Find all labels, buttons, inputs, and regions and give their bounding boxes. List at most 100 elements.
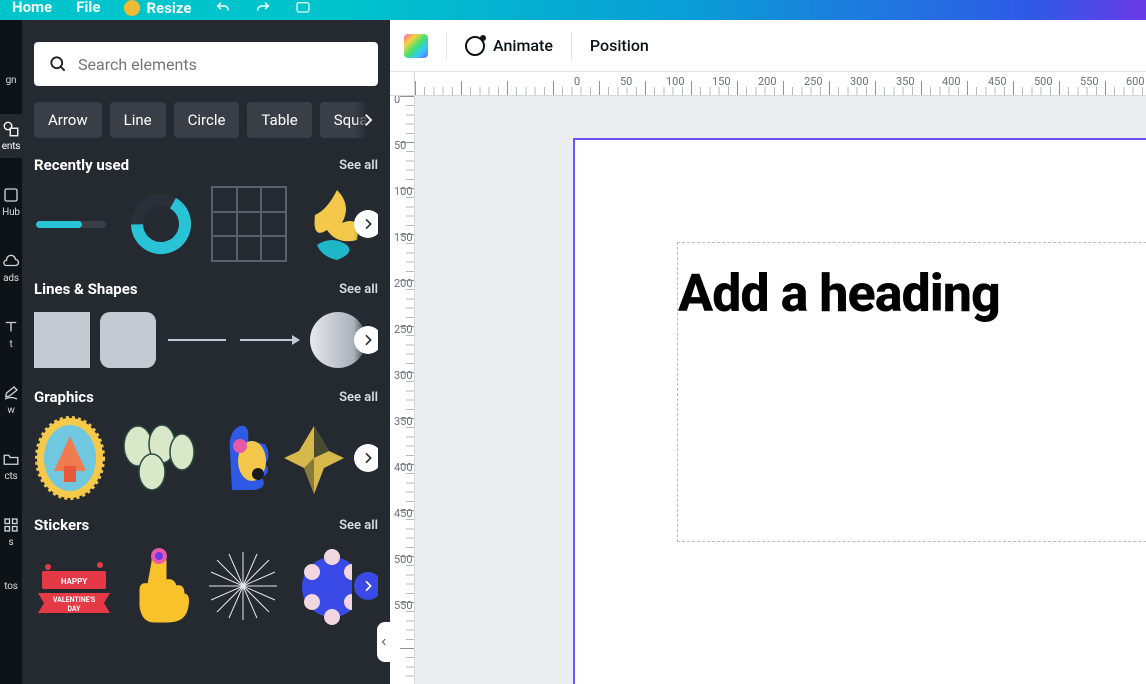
animate-button[interactable]: Animate [465,36,553,56]
nav-apps[interactable]: s [0,510,22,554]
brandhub-icon [2,186,20,204]
section-stickers: Stickers See all HAPPY VALENTINE'SDAY [34,516,378,628]
nav-design[interactable]: gn [0,70,22,92]
redo-button[interactable] [255,0,271,19]
nav-brandhub-label: Hub [2,208,20,218]
search-input[interactable] [78,55,364,74]
canvas-toolbar: Animate Position [390,20,1146,72]
section-lines-shapes: Lines & Shapes See all [34,280,378,372]
see-all-link[interactable]: See all [339,158,378,173]
section-title: Recently used [34,156,129,174]
ruler-tick-label: 300 [394,369,413,382]
see-all-link[interactable]: See all [339,282,378,297]
position-button[interactable]: Position [590,36,649,55]
collapse-panel-button[interactable] [377,622,390,662]
chevron-right-icon [360,450,376,466]
ruler-corner [390,72,415,96]
chips-scroll-right[interactable] [354,102,378,138]
element-thumb-pointer-hand[interactable] [124,544,194,628]
search-icon [48,54,68,74]
chip-line[interactable]: Line [110,102,166,138]
ruler-tick-label: 450 [394,507,413,520]
chip-arrow[interactable]: Arrow [34,102,102,138]
row-scroll-right[interactable] [354,544,378,628]
element-category-chips: Arrow Line Circle Table Square [34,102,378,138]
ruler-tick-label: 100 [666,75,685,88]
elements-panel: Arrow Line Circle Table Square Recently … [22,20,390,684]
element-thumb-square[interactable] [34,312,90,368]
element-thumb-arrow-line[interactable] [238,312,300,368]
svg-text:DAY: DAY [67,605,81,613]
element-thumb-rounded-square[interactable] [100,312,156,368]
menu-resize[interactable]: Resize [124,0,191,16]
toolbar-divider [571,32,572,60]
heading-text[interactable]: Add a heading [678,263,1146,324]
ruler-tick-label: 50 [620,75,632,88]
row-scroll-right[interactable] [354,184,378,264]
row-scroll-right[interactable] [354,416,378,500]
nav-photos[interactable]: tos [0,576,22,598]
nav-projects-label: cts [4,472,17,482]
element-thumb-progress-bar[interactable] [34,185,112,263]
cloud-save-icon[interactable] [295,0,311,19]
ruler-tick-label: 500 [394,553,413,566]
ruler-tick-label: 500 [1034,75,1053,88]
nav-apps-label: s [9,538,14,548]
see-all-link[interactable]: See all [339,518,378,533]
text-frame[interactable]: Add a heading [677,242,1146,542]
color-picker-button[interactable] [404,34,428,58]
nav-elements[interactable]: ents [0,114,22,158]
ruler-tick-label: 550 [394,599,413,612]
nav-uploads[interactable]: ads [0,246,22,290]
element-thumb-sparkle-burst[interactable] [204,547,282,625]
canvas-page[interactable]: Add a heading [575,140,1146,684]
section-graphics: Graphics See all [34,388,378,500]
chevron-right-icon [360,332,376,348]
menu-home[interactable]: Home [12,0,52,15]
animate-label: Animate [493,36,553,55]
chip-circle[interactable]: Circle [174,102,240,138]
horizontal-ruler[interactable]: 050100150200250300350400450500550600 [415,72,1146,96]
element-thumb-table-grid[interactable] [210,185,288,263]
row-scroll-right[interactable] [354,308,378,372]
chevron-right-icon [359,111,377,129]
vertical-ruler[interactable]: 050100150200250300350400450500550 [390,96,415,684]
svg-text:VALENTINE'S: VALENTINE'S [53,596,96,604]
see-all-link[interactable]: See all [339,390,378,405]
nav-draw[interactable]: w [0,378,22,422]
chevron-right-icon [360,578,376,594]
chip-table[interactable]: Table [247,102,311,138]
element-thumb-valentines-badge[interactable]: HAPPY VALENTINE'SDAY [34,551,114,621]
chevron-left-icon [379,637,389,647]
section-title: Lines & Shapes [34,280,138,298]
svg-text:HAPPY: HAPPY [61,577,87,586]
element-thumb-line[interactable] [166,312,228,368]
nav-text[interactable]: t [0,312,22,356]
canvas-area: Animate Position 05010015020025030035040… [390,20,1146,684]
ruler-tick-label: 150 [712,75,731,88]
nav-projects[interactable]: cts [0,444,22,488]
section-recently-used: Recently used See all [34,156,378,264]
section-title: Stickers [34,516,89,534]
element-thumb-donut-chart[interactable] [122,185,200,263]
crown-icon [124,0,140,16]
canvas-stage[interactable]: Add a heading [415,96,1146,684]
element-thumb-thumbs-up-colorful[interactable] [210,416,274,500]
ruler-tick-label: 300 [850,75,869,88]
element-thumb-origami-star[interactable] [284,416,344,500]
element-thumb-flower-badge[interactable] [292,547,352,625]
undo-button[interactable] [215,0,231,19]
ruler-tick-label: 200 [394,277,413,290]
ruler-tick-label: 0 [574,75,580,88]
element-thumb-tropical-leaves[interactable] [116,416,200,500]
ruler-tick-label: 150 [394,231,413,244]
menu-file[interactable]: File [76,0,100,15]
search-input-wrap[interactable] [34,42,378,86]
nav-brandhub[interactable]: Hub [0,180,22,224]
element-thumb-stamp-frame[interactable] [34,416,106,500]
folder-icon [2,450,20,468]
toolbar-divider [446,32,447,60]
cloud-upload-icon [2,252,20,270]
ruler-tick-label: 350 [896,75,915,88]
shapes-icon [2,120,20,138]
